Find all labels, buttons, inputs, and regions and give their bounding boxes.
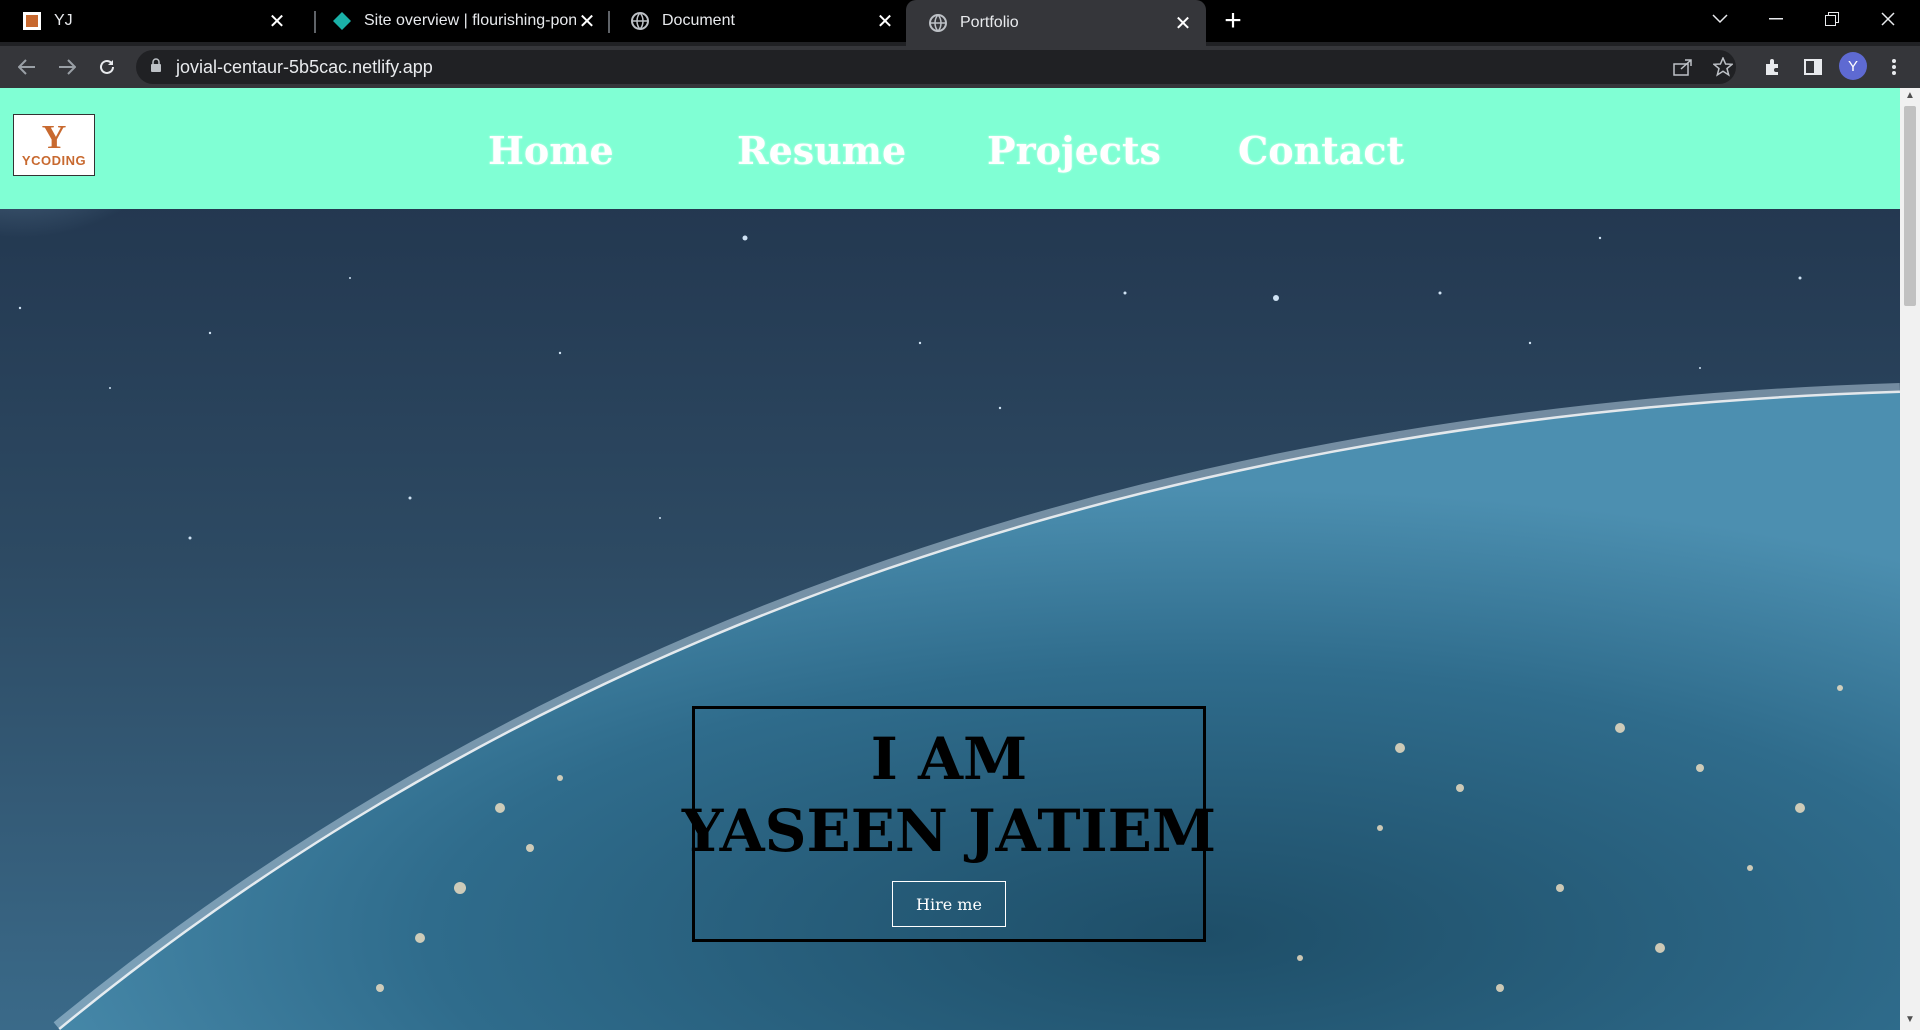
nav-projects-link[interactable]: Projects	[987, 128, 1161, 173]
hire-me-button[interactable]: Hire me	[892, 881, 1006, 927]
tab-yj[interactable]: YJ ✕	[0, 0, 300, 42]
tab-title: Portfolio	[960, 14, 1019, 31]
nav-resume-link[interactable]: Resume	[737, 128, 906, 173]
nav-home-link[interactable]: Home	[488, 128, 614, 173]
close-window-icon[interactable]	[1860, 0, 1916, 38]
scroll-thumb[interactable]	[1904, 106, 1916, 306]
tab-document[interactable]: Document ✕	[608, 0, 908, 42]
logo-wordmark: YCODING	[21, 152, 87, 168]
page-viewport: Y YCODING Home Resume Projects Contact I…	[0, 88, 1900, 1030]
new-tab-button[interactable]: +	[1218, 4, 1248, 37]
hero-intro-box: I AM YASEEN JATIEM Hire me	[682, 706, 1216, 942]
share-icon[interactable]	[1668, 52, 1698, 82]
logo-letter: Y	[41, 118, 67, 156]
tab-strip: YJ ✕ Site overview | flourishing-pony- ✕…	[0, 0, 1920, 46]
scroll-up-arrow-icon[interactable]: ▲	[1904, 90, 1916, 102]
reload-icon[interactable]	[92, 52, 122, 82]
hero-name: YASEEN JATIEM	[681, 797, 1217, 865]
site-navbar: Y YCODING Home Resume Projects Contact	[0, 88, 1900, 209]
side-panel-icon[interactable]	[1798, 52, 1828, 82]
yj-favicon-icon	[22, 11, 42, 31]
tab-site-overview[interactable]: Site overview | flourishing-pony- ✕	[310, 0, 610, 42]
hero-line-1: I AM	[870, 725, 1028, 793]
tab-portfolio[interactable]: Portfolio ✕	[906, 0, 1206, 46]
close-tab-icon[interactable]: ✕	[266, 10, 288, 33]
browser-toolbar: jovial-centaur-5b5cac.netlify.app Y	[0, 46, 1920, 88]
lock-icon	[150, 57, 162, 77]
close-tab-icon[interactable]: ✕	[1172, 12, 1194, 35]
bookmark-star-icon[interactable]	[1708, 52, 1738, 82]
tab-title: Site overview | flourishing-pony-	[364, 12, 576, 29]
minimize-icon[interactable]	[1748, 0, 1804, 38]
netlify-icon	[332, 11, 352, 31]
tab-title: Document	[662, 12, 735, 29]
nav-contact-link[interactable]: Contact	[1238, 128, 1404, 173]
restore-icon[interactable]	[1804, 0, 1860, 38]
profile-avatar[interactable]: Y	[1839, 52, 1867, 80]
back-arrow-icon[interactable]	[12, 52, 42, 82]
page-scrollbar[interactable]: ▲ ▼	[1900, 88, 1920, 1030]
scroll-down-arrow-icon[interactable]: ▼	[1904, 1014, 1916, 1026]
tab-search-icon[interactable]	[1692, 0, 1748, 38]
url-text[interactable]: jovial-centaur-5b5cac.netlify.app	[176, 57, 433, 78]
close-tab-icon[interactable]: ✕	[874, 10, 896, 33]
ycoding-logo[interactable]: Y YCODING	[13, 114, 95, 176]
globe-icon	[928, 13, 948, 33]
globe-icon	[630, 11, 650, 31]
extensions-puzzle-icon[interactable]	[1758, 52, 1788, 82]
address-bar[interactable]: jovial-centaur-5b5cac.netlify.app	[136, 50, 1736, 84]
close-tab-icon[interactable]: ✕	[576, 10, 598, 33]
forward-arrow-icon[interactable]	[52, 52, 82, 82]
tab-title: YJ	[54, 12, 73, 29]
more-menu-icon[interactable]	[1879, 52, 1909, 82]
